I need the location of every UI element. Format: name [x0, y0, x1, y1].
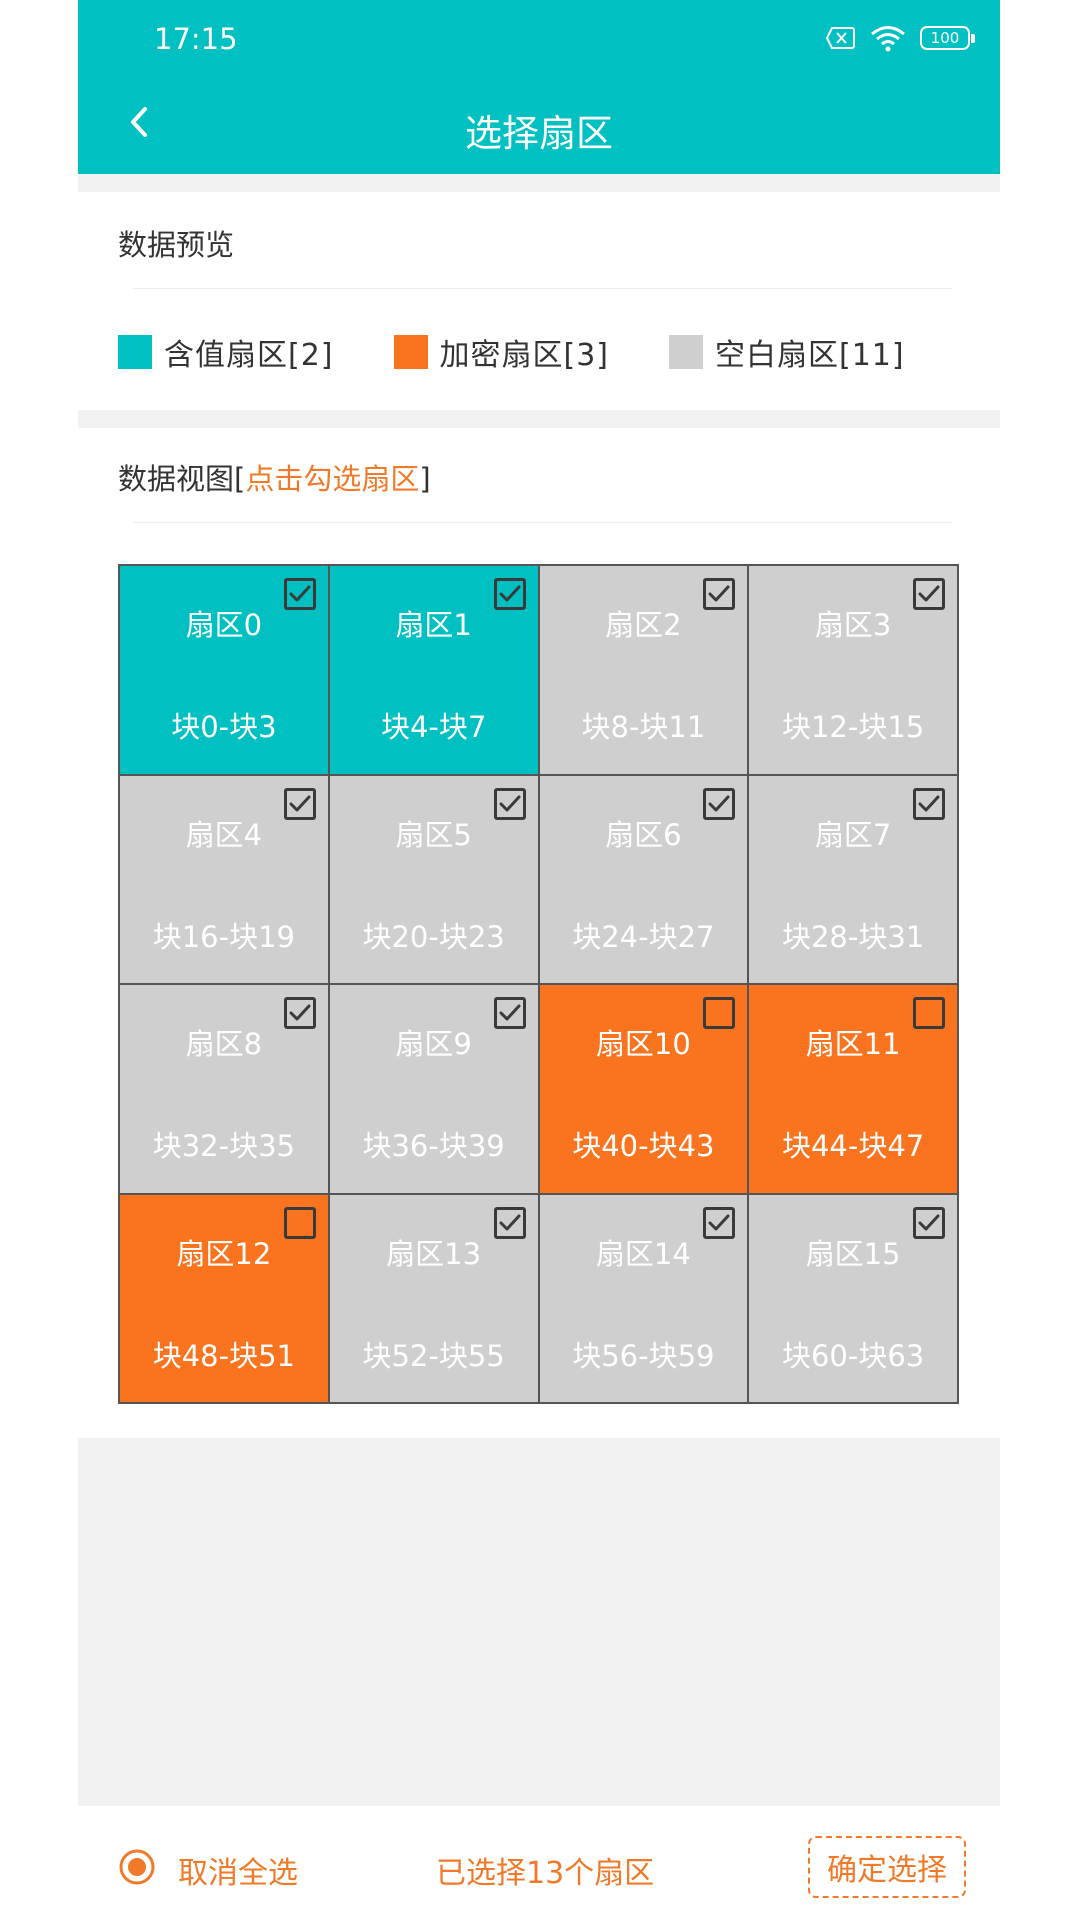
preview-divider	[133, 288, 952, 289]
data-view-title-suffix: ]	[419, 462, 431, 496]
checkbox-unchecked-icon[interactable]	[913, 997, 945, 1029]
sector-block-range: 块40-块43	[572, 1129, 715, 1163]
sector-cell[interactable]: 扇区15 块60-块63	[748, 1193, 958, 1403]
sector-block-range: 块0-块3	[171, 710, 277, 744]
checkbox-checked-icon[interactable]	[913, 578, 945, 610]
cancel-all-button[interactable]: 取消全选	[178, 1848, 298, 1892]
preview-title: 数据预览	[118, 228, 235, 262]
sector-cell[interactable]: 扇区11 块44-块47	[748, 984, 958, 1194]
checkbox-checked-icon[interactable]	[283, 997, 316, 1029]
sector-block-range: 块56-块59	[572, 1338, 715, 1373]
battery-icon: 100	[920, 26, 975, 50]
checkbox-checked-icon[interactable]	[283, 578, 316, 610]
sector-block-range: 块20-块23	[362, 919, 505, 954]
sector-cell[interactable]: 扇区12 块48-块51	[119, 1193, 329, 1403]
sector-block-range: 块48-块51	[152, 1338, 296, 1373]
data-view-title-prefix: 数据视图[	[118, 462, 246, 496]
sector-block-range: 块12-块15	[781, 710, 925, 744]
checkbox-checked-icon[interactable]	[913, 787, 945, 820]
legend-item-value: 含值扇区[2]	[118, 330, 334, 374]
confirm-button[interactable]: 确定选择	[808, 1836, 966, 1898]
sector-grid: 扇区0 块0-块3 扇区1 块4-块7 扇区2 块8-块11 扇区3 块12-块15 扇区4 块1…	[118, 564, 959, 1404]
sector-cell[interactable]: 扇区6 块24-块27	[538, 774, 749, 984]
sector-cell[interactable]: 扇区5 块20-块23	[328, 774, 539, 984]
selected-count-label: 已选择13个扇区	[436, 1856, 655, 1891]
sector-block-range: 块32-块35	[152, 1129, 296, 1163]
sector-cell[interactable]: 扇区13 块52-块55	[328, 1193, 539, 1403]
legend-label-empty: 空白扇区[11]	[715, 338, 905, 373]
sector-cell[interactable]: 扇区2 块8-块11	[538, 565, 749, 775]
sector-cell[interactable]: 扇区0 块0-块3	[119, 565, 329, 775]
checkbox-checked-icon[interactable]	[913, 1206, 945, 1239]
screen: 17:15 100 选择扇区 数据预览 含值扇区[2] 加密扇区[3] 空白扇区…	[78, 0, 1000, 1920]
sector-cell[interactable]: 扇区3 块12-块15	[748, 565, 958, 775]
checkbox-checked-icon[interactable]	[493, 787, 526, 820]
legend-label-value: 含值扇区[2]	[164, 338, 334, 373]
sector-block-range: 块8-块11	[581, 710, 706, 744]
legend-swatch-empty	[669, 335, 703, 369]
checkbox-checked-icon[interactable]	[493, 578, 526, 610]
checkbox-unchecked-icon[interactable]	[703, 997, 736, 1029]
sector-block-range: 块60-块63	[781, 1338, 925, 1373]
legend-item-encrypted: 加密扇区[3]	[393, 330, 610, 374]
checkbox-unchecked-icon[interactable]	[283, 1206, 316, 1239]
preview-card: 数据预览	[78, 192, 1000, 410]
checkbox-checked-icon[interactable]	[703, 787, 736, 820]
bottom-bar: 取消全选 已选择13个扇区 确定选择	[78, 1806, 1000, 1920]
checkbox-checked-icon[interactable]	[493, 1206, 526, 1239]
page-title: 选择扇区	[465, 112, 613, 155]
checkbox-checked-icon[interactable]	[703, 1206, 736, 1239]
sector-cell[interactable]: 扇区7 块28-块31	[748, 774, 958, 984]
legend-item-empty: 空白扇区[11]	[669, 330, 905, 374]
sector-cell[interactable]: 扇区4 块16-块19	[119, 774, 329, 984]
app-bar: 17:15 100 选择扇区	[78, 0, 1000, 174]
sector-block-range: 块24-块27	[572, 919, 715, 954]
status-time: 17:15	[154, 22, 238, 56]
sector-cell[interactable]: 扇区8 块32-块35	[119, 984, 329, 1194]
sector-block-range: 块28-块31	[781, 919, 925, 954]
sector-cell[interactable]: 扇区1 块4-块7	[328, 565, 539, 775]
checkbox-checked-icon[interactable]	[283, 787, 316, 820]
sim-off-icon	[826, 26, 856, 50]
data-view-title: 数据视图[点击勾选扇区]	[118, 456, 431, 498]
sector-cell[interactable]: 扇区10 块40-块43	[538, 984, 749, 1194]
sector-block-range: 块52-块55	[362, 1338, 505, 1373]
checkbox-checked-icon[interactable]	[703, 578, 736, 610]
legend-label-encrypted: 加密扇区[3]	[439, 338, 609, 373]
legend-swatch-encrypted	[393, 335, 428, 369]
sector-block-range: 块36-块39	[362, 1129, 505, 1163]
sector-block-range: 块4-块7	[380, 710, 487, 744]
sector-cell[interactable]: 扇区9 块36-块39	[328, 984, 539, 1194]
legend: 含值扇区[2] 加密扇区[3] 空白扇区[11]	[118, 330, 965, 374]
data-view-divider	[133, 522, 952, 523]
status-icons: 100	[826, 24, 975, 52]
sector-cell[interactable]: 扇区14 块56-块59	[538, 1193, 749, 1403]
sector-block-range: 块44-块47	[781, 1129, 925, 1163]
radio-selected-icon[interactable]	[118, 1848, 156, 1886]
sector-block-range: 块16-块19	[152, 919, 296, 954]
wifi-icon	[870, 24, 906, 52]
legend-swatch-value	[118, 335, 152, 369]
checkbox-checked-icon[interactable]	[493, 997, 526, 1029]
data-view-hint: 点击勾选扇区	[245, 462, 420, 496]
